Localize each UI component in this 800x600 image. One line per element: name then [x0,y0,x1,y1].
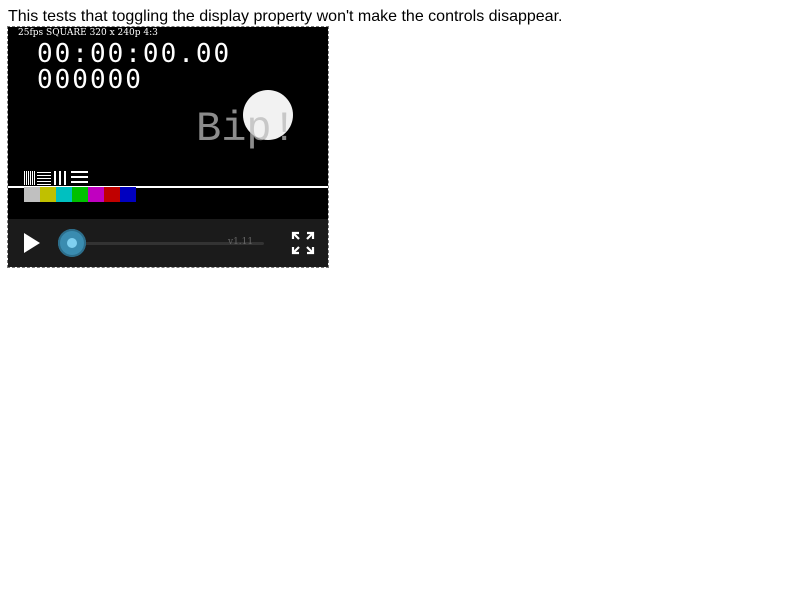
media-controls: v1.11 [8,219,328,267]
color-bar [24,187,40,202]
scrubber-dot [67,238,77,248]
color-bar [88,187,104,202]
play-icon [24,233,40,253]
scrubber-handle[interactable] [58,229,86,257]
fullscreen-icon [291,231,315,255]
progress-bar[interactable]: v1.11 [58,229,268,257]
color-bar [40,187,56,202]
color-bar [104,187,120,202]
color-bar [72,187,88,202]
color-bar [120,187,136,202]
fullscreen-button[interactable] [291,231,315,255]
bip-text: Bip! [196,105,297,153]
test-description: This tests that toggling the display pro… [8,8,563,25]
frame-counter: 000000 [37,65,143,95]
color-bar [56,187,72,202]
test-pattern [24,171,88,185]
play-button[interactable] [18,231,46,255]
color-bars [24,187,136,202]
version-label: v1.11 [228,237,254,247]
timecode: 00:00:00.00 [37,39,232,69]
video-player[interactable]: 25fps SQUARE 320 x 240p 4:3 00:00:00.00 … [7,26,329,268]
format-label: 25fps SQUARE 320 x 240p 4:3 [18,28,158,38]
